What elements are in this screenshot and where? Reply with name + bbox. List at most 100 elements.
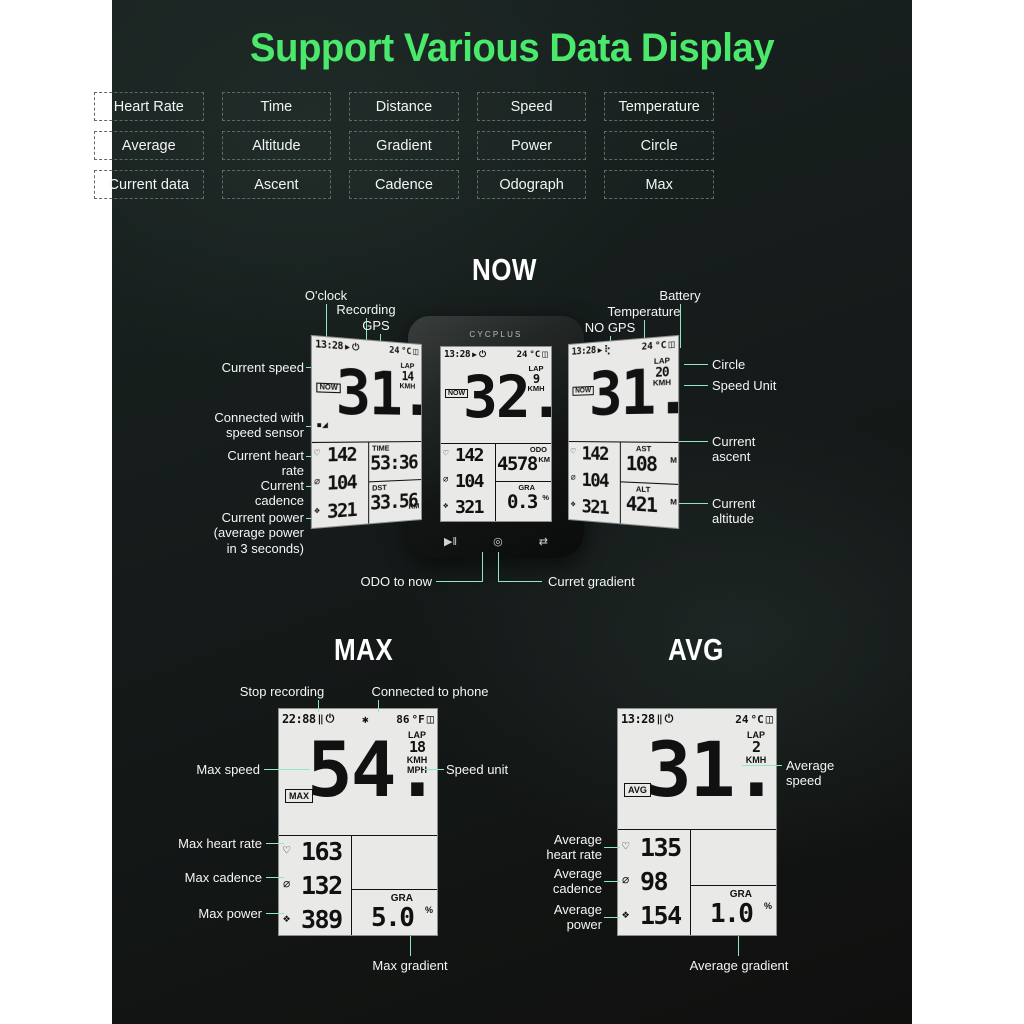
tag-time[interactable]: Time xyxy=(221,92,332,121)
power-icon: ❖ xyxy=(622,907,630,921)
leader-line xyxy=(264,769,310,770)
tag-temperature[interactable]: Temperature xyxy=(604,92,714,121)
gps-waves-icon: ⏻ xyxy=(664,712,674,725)
tag-heart-rate[interactable]: Heart Rate xyxy=(94,92,204,121)
recording-icon: ▶ xyxy=(597,345,603,355)
tag-altitude[interactable]: Altitude xyxy=(221,131,332,160)
cadence-value: 104 xyxy=(455,471,485,492)
clock-value: 13:28 xyxy=(444,349,471,360)
cadence-value: 104 xyxy=(327,471,357,496)
tag-current-data[interactable]: Current data xyxy=(94,170,204,199)
page-title: Support Various Data Display xyxy=(249,26,775,70)
speed-unit: KMH xyxy=(399,381,416,392)
max-gradient-value: 5.0 xyxy=(371,903,415,933)
tag-row: Average Altitude Gradient Power Circle xyxy=(94,131,714,160)
tag-power[interactable]: Power xyxy=(476,131,587,160)
tag-gradient[interactable]: Gradient xyxy=(349,131,459,160)
tag-speed[interactable]: Speed xyxy=(476,92,587,121)
clock-value: 22:88 xyxy=(282,712,316,726)
gradient-unit: % xyxy=(424,905,433,915)
tag-distance[interactable]: Distance xyxy=(349,92,459,121)
label-current-power: Current power (average power in 3 second… xyxy=(213,510,304,556)
cadence-icon: ∅ xyxy=(283,877,291,891)
power-value: 321 xyxy=(327,498,357,524)
ascent-unit: M xyxy=(670,455,677,466)
lap-target-icon[interactable]: ◎ xyxy=(493,535,503,548)
lap-value: 18 xyxy=(408,738,426,757)
label-current-cadence: Current cadence xyxy=(254,478,304,509)
heart-rate-value: 142 xyxy=(581,443,609,466)
label-no-gps: NO GPS xyxy=(584,320,636,335)
avg-screen: 13:28 ‖ ⏻ 24 °C ◫ AVG 31.4 LAP 2 KMH ♡ 1… xyxy=(617,708,777,936)
leader-line xyxy=(266,843,284,844)
temperature-value: 24 xyxy=(735,712,749,726)
label-gps: GPS xyxy=(362,318,390,333)
label-average-power: Average power xyxy=(553,902,602,933)
battery-icon: ◫ xyxy=(668,338,675,352)
leader-line xyxy=(266,913,284,914)
altitude-unit: M xyxy=(670,496,677,507)
clock-value: 13:28 xyxy=(571,344,596,358)
page-switch-icon[interactable]: ⇄ xyxy=(539,535,548,548)
leader-line xyxy=(436,581,482,582)
tag-odograph[interactable]: Odograph xyxy=(476,170,587,199)
leader-line xyxy=(498,552,499,582)
label-current-ascent: Current ascent xyxy=(712,434,756,465)
ascent-value: 108 xyxy=(625,452,657,477)
leader-line xyxy=(604,881,620,882)
label-odo-to-now: ODO to now xyxy=(360,574,432,589)
label-current-speed: Current speed xyxy=(221,360,304,375)
leader-line xyxy=(742,765,782,766)
cadence-icon: ∅ xyxy=(570,473,576,484)
leader-line xyxy=(676,503,708,504)
tag-row: Heart Rate Time Distance Speed Temperatu… xyxy=(94,92,714,121)
now-screen-middle: 13:28 ▶ ⏻ 24 °C ◫ NOW 32.8 LAP 9 KMH ♡ 1… xyxy=(440,346,552,522)
play-pause-icon[interactable]: ▶‖ xyxy=(444,535,457,548)
divider xyxy=(351,835,353,935)
label-average-speed: Average speed xyxy=(786,758,835,789)
battery-icon: ◫ xyxy=(765,712,773,726)
pause-icon: ‖ xyxy=(317,713,324,725)
leader-line xyxy=(410,936,411,956)
label-average-hr: Average heart rate xyxy=(546,832,602,863)
leader-line xyxy=(378,700,379,712)
divider xyxy=(618,829,776,831)
now-screen-right: 13:28 ▶ ⢗ 24 °C ◫ NOW 31.6 LAP 20 KMH ♡ … xyxy=(568,334,680,530)
gps-waves-icon: ⏻ xyxy=(352,341,360,354)
battery-icon: ◫ xyxy=(426,712,434,726)
tag-cadence[interactable]: Cadence xyxy=(349,170,459,199)
temperature-value: 86 xyxy=(396,712,410,726)
speed-sensor-icon: ▪◢ xyxy=(316,419,328,431)
leader-line xyxy=(482,552,483,582)
label-recording: Recording xyxy=(336,302,396,317)
no-gps-icon: ⢗ xyxy=(604,344,611,355)
gps-waves-icon: ⏻ xyxy=(325,712,335,725)
avg-hr-value: 135 xyxy=(640,833,682,862)
label-speed-unit: Speed Unit xyxy=(712,378,777,393)
divider xyxy=(690,829,692,935)
section-heading-avg: AVG xyxy=(668,632,724,667)
temperature-value: 24 xyxy=(516,349,528,360)
divider xyxy=(351,889,437,891)
tag-circle[interactable]: Circle xyxy=(604,131,714,160)
tag-max[interactable]: Max xyxy=(604,170,714,199)
heart-icon: ♡ xyxy=(622,839,630,853)
tag-average[interactable]: Average xyxy=(94,131,204,160)
gradient-unit: % xyxy=(542,493,549,502)
power-icon: ❖ xyxy=(283,911,291,925)
label-average-gradient: Average gradient xyxy=(689,958,789,973)
clock-value: 13:28 xyxy=(621,712,655,726)
cadence-value: 104 xyxy=(581,469,609,493)
temperature-unit: °C xyxy=(750,712,764,726)
tag-ascent[interactable]: Ascent xyxy=(221,170,332,199)
label-max-gradient: Max gradient xyxy=(372,958,448,973)
heart-icon: ♡ xyxy=(314,448,320,460)
gps-waves-icon: ⏻ xyxy=(478,349,487,360)
avg-power-value: 154 xyxy=(640,901,682,930)
lap-value: 2 xyxy=(751,738,761,757)
temperature-value: 24 xyxy=(641,340,653,353)
leader-line xyxy=(684,364,708,365)
odo-value: 4578 xyxy=(497,453,538,475)
speed-unit: KMH xyxy=(652,377,672,389)
pause-icon: ‖ xyxy=(656,713,663,725)
